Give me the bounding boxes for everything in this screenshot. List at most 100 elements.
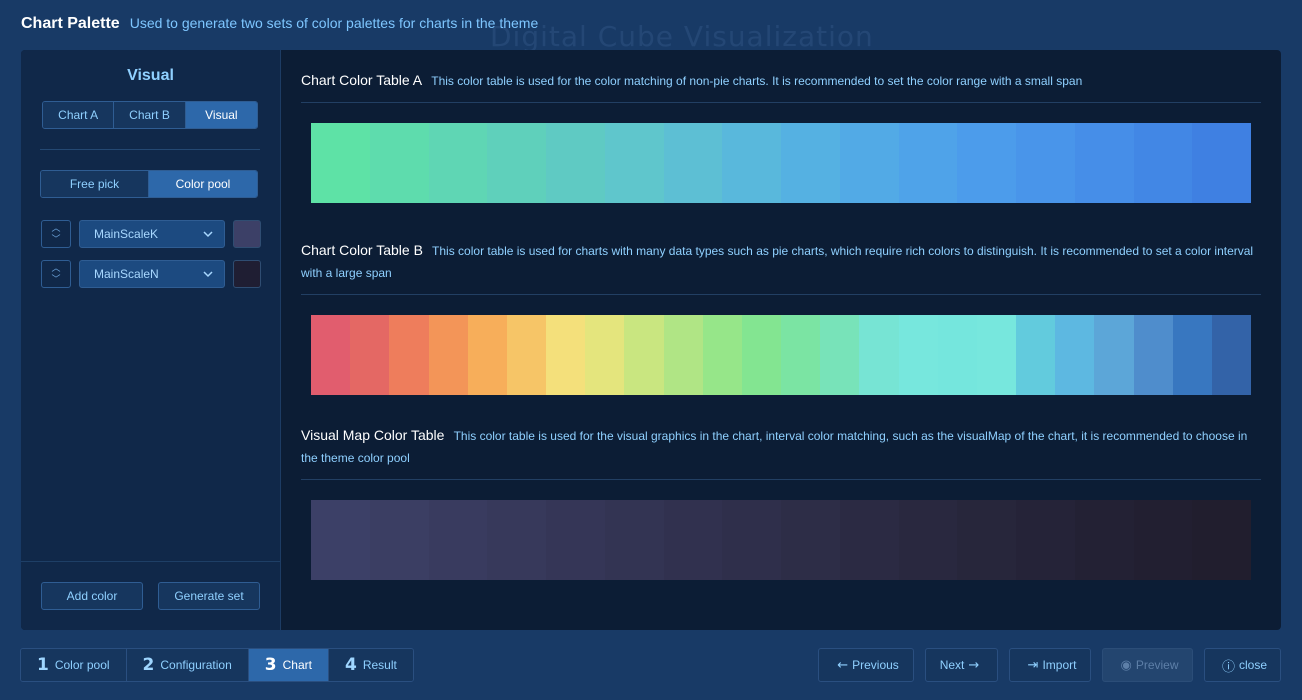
color-row: ︿ ﹀ MainScaleK (41, 220, 261, 248)
color-stop (428, 123, 488, 203)
next-button[interactable]: Next → (925, 648, 998, 682)
tab-chart-b[interactable]: Chart B (114, 102, 186, 128)
color-stop (585, 315, 625, 395)
color-stop (506, 315, 547, 395)
preview-label: Preview (1135, 658, 1179, 672)
step-configuration[interactable]: 2 Configuration (126, 649, 249, 681)
color-stop (428, 500, 488, 580)
chevron-down-icon[interactable]: ﹀ (51, 234, 60, 245)
color-stop (1074, 123, 1134, 203)
color-stop (311, 123, 370, 203)
chevron-down-icon (203, 231, 213, 238)
import-button[interactable]: ⇥ Import (1009, 648, 1091, 682)
color-stop (1094, 315, 1134, 395)
color-stop (1016, 500, 1075, 580)
sidebar-divider (40, 149, 260, 150)
color-stop (820, 315, 860, 395)
color-stop (859, 315, 899, 395)
table-tabs: Chart A Chart B Visual (42, 101, 258, 129)
color-stop (350, 315, 390, 395)
section-divider (301, 294, 1261, 295)
color-stop (722, 123, 781, 203)
mode-free-pick[interactable]: Free pick (41, 171, 149, 197)
color-stop (624, 315, 664, 395)
color-bar-visual-map (311, 500, 1251, 580)
next-label: Next (939, 658, 965, 672)
add-color-button[interactable]: Add color (41, 582, 143, 610)
color-select-value: MainScaleK (94, 227, 159, 241)
chevron-down-icon[interactable]: ﹀ (51, 274, 60, 285)
step-chart[interactable]: 3 Chart (248, 649, 329, 681)
section-header: Chart Color Table B This color table is … (301, 239, 1261, 284)
chevron-up-icon[interactable]: ︿ (51, 263, 60, 274)
color-stop (839, 500, 899, 580)
tab-chart-a[interactable]: Chart A (43, 102, 115, 128)
step-result[interactable]: 4 Result (328, 649, 413, 681)
section-title: Chart Color Table A (301, 72, 423, 88)
page-title: Chart Palette (21, 15, 120, 32)
step-number: 4 (344, 655, 357, 675)
color-stop (1016, 315, 1056, 395)
color-select[interactable]: MainScaleN (79, 260, 225, 288)
page-header: Chart Palette Used to generate two sets … (21, 15, 538, 35)
close-button[interactable]: ⓘ close (1204, 648, 1281, 682)
info-icon: ⓘ (1221, 659, 1235, 675)
color-stop (898, 500, 958, 580)
color-stop (369, 500, 429, 580)
color-stop (663, 315, 703, 395)
step-label: Color pool (54, 658, 110, 672)
step-color-pool[interactable]: 1 Color pool (21, 649, 127, 681)
order-stepper[interactable]: ︿ ﹀ (41, 220, 71, 248)
sidebar-footer-divider (21, 561, 280, 562)
color-stop (546, 123, 605, 203)
color-stop (487, 123, 546, 203)
color-stop (663, 500, 723, 580)
close-label: close (1239, 658, 1268, 672)
color-stop (781, 315, 821, 395)
import-label: Import (1042, 658, 1077, 672)
arrow-right-icon: → (968, 657, 980, 673)
section-title: Chart Color Table B (301, 242, 423, 258)
color-swatch[interactable] (233, 220, 261, 248)
step-number: 2 (142, 655, 155, 675)
color-stop (604, 500, 664, 580)
chevron-down-icon (203, 271, 213, 278)
color-stop (428, 315, 468, 395)
color-stop (839, 123, 899, 203)
color-bar-chart-a (311, 123, 1251, 203)
color-stop (741, 315, 782, 395)
color-tables: Chart Color Table A This color table is … (301, 50, 1281, 630)
color-stop (467, 315, 507, 395)
section-header: Chart Color Table A This color table is … (301, 69, 1261, 92)
generate-set-button[interactable]: Generate set (158, 582, 260, 610)
color-stop (937, 315, 977, 395)
color-stop (1133, 123, 1193, 203)
section-description: This color table is used for the color m… (431, 74, 1083, 88)
color-stop (781, 500, 840, 580)
color-stop (1133, 500, 1193, 580)
sidebar: Visual Chart A Chart B Visual Free pick … (21, 50, 281, 630)
color-swatch[interactable] (233, 260, 261, 288)
color-bar-chart-b (311, 315, 1252, 395)
color-stop (1172, 315, 1212, 395)
step-label: Configuration (160, 658, 232, 672)
section-divider (301, 479, 1261, 480)
color-stop (976, 315, 1017, 395)
color-select[interactable]: MainScaleK (79, 220, 225, 248)
preview-button[interactable]: ◉ Preview (1102, 648, 1193, 682)
color-stop (957, 123, 1016, 203)
tab-visual[interactable]: Visual (185, 102, 257, 128)
eye-icon: ◉ (1120, 657, 1132, 673)
previous-button[interactable]: ← Previous (818, 648, 914, 682)
color-stop (369, 123, 429, 203)
order-stepper[interactable]: ︿ ﹀ (41, 260, 71, 288)
color-stop (1055, 315, 1095, 395)
chevron-up-icon[interactable]: ︿ (51, 223, 60, 234)
color-stop (722, 500, 781, 580)
color-stop (311, 500, 370, 580)
color-stop (1016, 123, 1075, 203)
color-stop (702, 315, 742, 395)
arrow-left-icon: ← (837, 657, 849, 673)
step-navigation: 1 Color pool 2 Configuration 3 Chart 4 R… (20, 648, 414, 682)
mode-color-pool[interactable]: Color pool (149, 171, 257, 197)
